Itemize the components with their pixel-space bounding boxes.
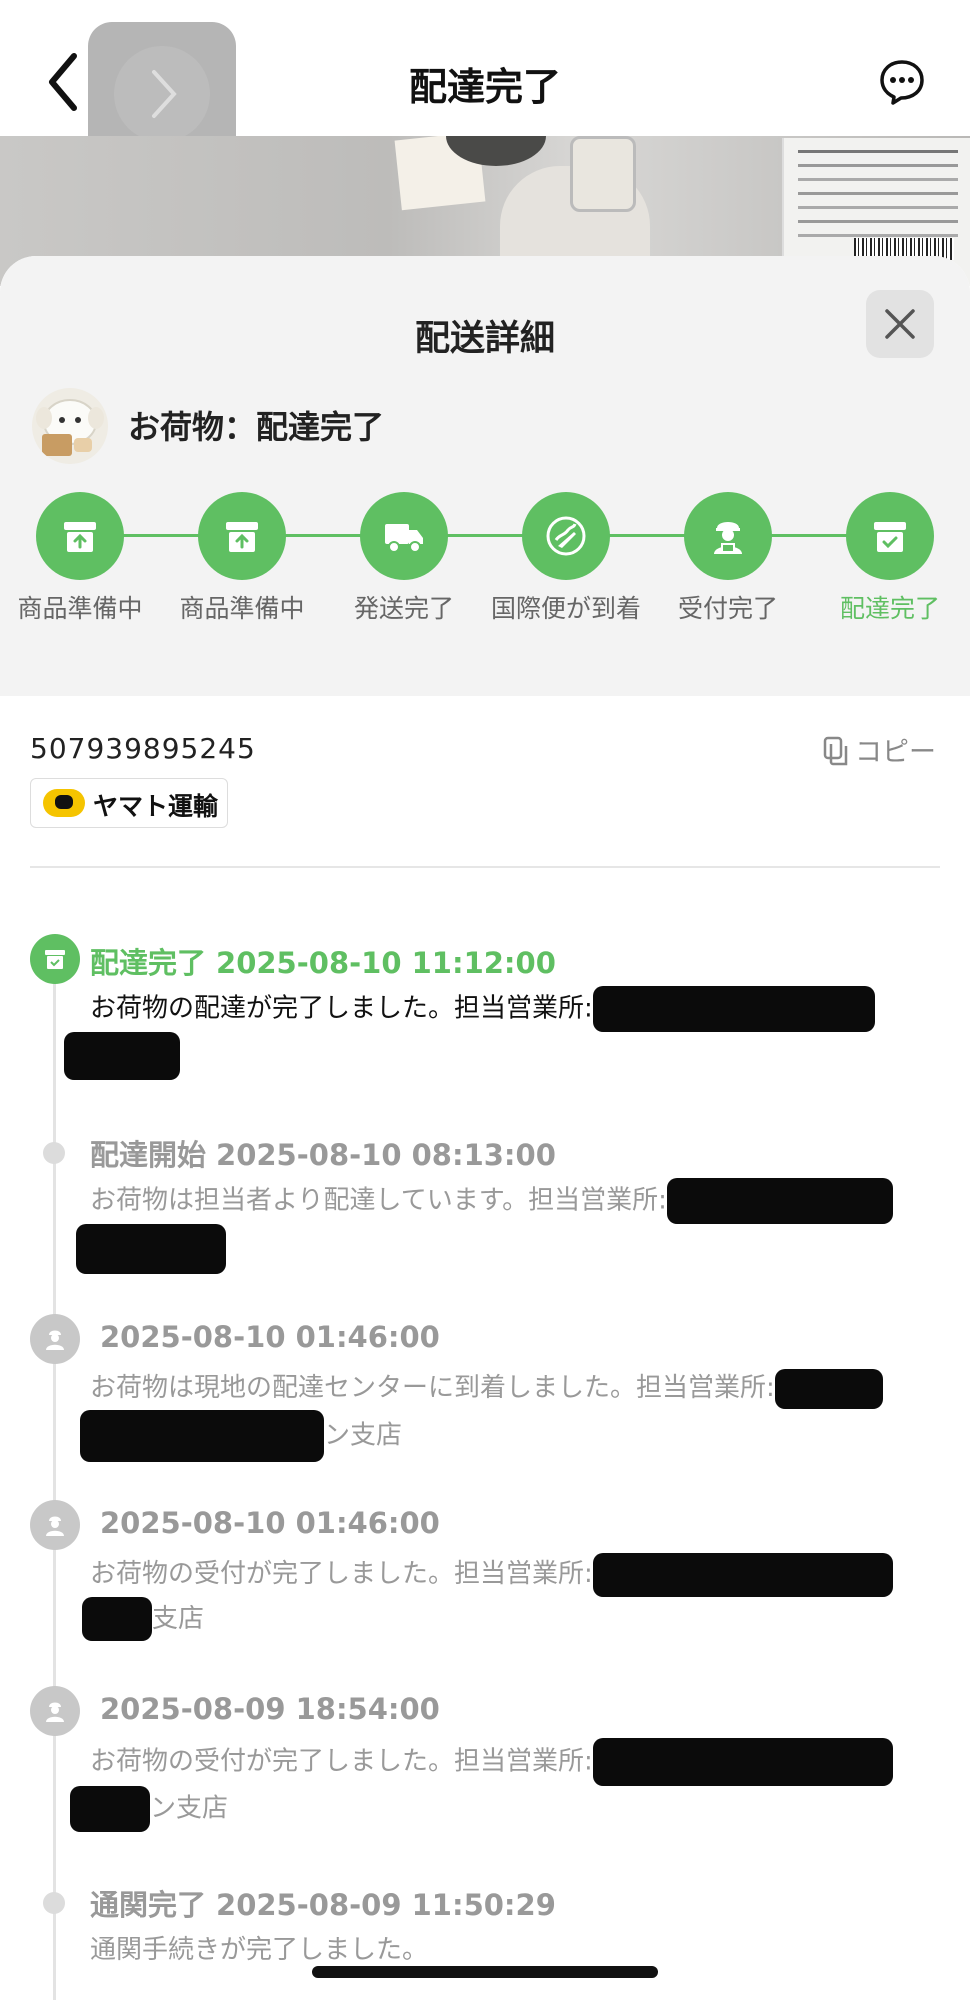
courier-icon (684, 492, 772, 580)
copy-icon (823, 736, 848, 766)
box-check-icon (30, 934, 80, 984)
event-heading: 2025-08-09 18:54:00 (90, 1692, 440, 1726)
page-title: 配達完了 (408, 65, 561, 109)
photo-device-shape (570, 136, 636, 212)
step-intl-arrived: 国際便が到着 (486, 492, 646, 626)
redaction-mark (82, 1597, 152, 1641)
globe-plane-icon (522, 492, 610, 580)
home-indicator[interactable] (312, 1966, 658, 1978)
event-description: お荷物の受付が完了しました。担当営業所: 支店 (82, 1552, 940, 1641)
event-time: 2025-08-10 08:13:00 (216, 1138, 556, 1172)
event-desc-tail: 支店 (152, 1603, 205, 1634)
chat-bubble-icon[interactable] (878, 58, 926, 106)
divider (30, 866, 940, 868)
timeline-line (53, 956, 56, 2000)
event-status: 配達開始 (90, 1138, 207, 1172)
redaction-mark (592, 986, 875, 1032)
event-desc-tail: ン支店 (324, 1420, 403, 1451)
sheet-title: 配送詳細 (414, 319, 555, 359)
event-desc-text: お荷物は現地の配達センターに到着しました。担当営業所: (90, 1373, 775, 1403)
step-label: 受付完了 (677, 594, 778, 623)
step-preparing-1: 商品準備中 (0, 492, 160, 626)
event-description: お荷物の受付が完了しました。担当営業所: ン支店 (70, 1738, 940, 1832)
timeline-dot (43, 1892, 65, 1914)
step-delivered: 配達完了 (810, 492, 970, 626)
redaction-mark (592, 1552, 893, 1597)
event-time: 2025-08-10 01:46:00 (100, 1506, 440, 1540)
event-description: お荷物は現地の配達センターに到着しました。担当営業所: ン支店 (80, 1366, 940, 1462)
redaction-mark (666, 1178, 893, 1224)
timeline-dot (43, 1142, 65, 1164)
event-time: 2025-08-09 18:54:00 (100, 1692, 440, 1726)
step-label: 商品準備中 (17, 594, 143, 623)
event-heading: 配達開始 2025-08-10 08:13:00 (90, 1132, 556, 1174)
tracking-number: 507939895245 (30, 732, 256, 765)
event-time: 2025-08-10 11:12:00 (216, 946, 556, 980)
redaction-mark (774, 1368, 883, 1409)
event-heading: 配達完了 2025-08-10 11:12:00 (90, 940, 556, 982)
event-description: お荷物は担当者より配達しています。担当営業所: (76, 1178, 940, 1274)
redaction-mark (64, 1032, 180, 1080)
box-up-icon (198, 492, 286, 580)
event-desc-text: お荷物の受付が完了しました。担当営業所: (90, 1746, 593, 1777)
event-desc-text: お荷物の配達が完了しました。担当営業所: (90, 993, 593, 1024)
delivery-detail-sheet: 配送詳細 お荷物：配達完了 商品準備中 商品準備中 発送完了 国際便が到着 受付… (0, 256, 970, 2000)
truck-icon (360, 492, 448, 580)
close-button[interactable] (866, 290, 934, 358)
progress-stepper: 商品準備中 商品準備中 発送完了 国際便が到着 受付完了 配達完了 (0, 492, 970, 652)
carrier-badge: ヤマト運輸 (30, 778, 228, 828)
redaction-mark (80, 1410, 324, 1462)
step-label: 発送完了 (353, 594, 454, 623)
event-desc-tail: ン支店 (150, 1793, 229, 1824)
step-label: 国際便が到着 (490, 594, 641, 623)
redaction-mark (70, 1786, 150, 1832)
yamato-cat-logo-icon (43, 789, 85, 817)
event-desc-text: お荷物の受付が完了しました。担当営業所: (90, 1559, 593, 1589)
carrier-name: ヤマト運輸 (93, 792, 219, 821)
box-check-icon (846, 492, 934, 580)
event-time: 2025-08-10 01:46:00 (100, 1320, 440, 1354)
copy-button[interactable]: コピー (823, 730, 936, 769)
step-label: 商品準備中 (179, 594, 305, 623)
event-description: お荷物の配達が完了しました。担当営業所: (64, 986, 940, 1080)
event-status: 通関完了 (90, 1888, 207, 1922)
step-label: 配達完了 (839, 594, 940, 623)
event-desc-text: お荷物は担当者より配達しています。担当営業所: (90, 1185, 667, 1216)
step-preparing-2: 商品準備中 (162, 492, 322, 626)
step-accepted: 受付完了 (648, 492, 808, 626)
copy-label: コピー (855, 737, 936, 768)
redaction-mark (76, 1224, 226, 1274)
courier-icon (30, 1686, 80, 1736)
box-up-icon (36, 492, 124, 580)
event-time: 2025-08-09 11:50:29 (216, 1888, 556, 1922)
event-status: 配達完了 (90, 946, 207, 980)
step-shipped: 発送完了 (324, 492, 484, 626)
package-status-title: お荷物：配達完了 (128, 408, 385, 446)
close-icon (885, 309, 915, 339)
mascot-avatar (32, 388, 108, 464)
event-heading: 2025-08-10 01:46:00 (90, 1506, 440, 1540)
courier-icon (30, 1500, 80, 1550)
event-heading: 2025-08-10 01:46:00 (90, 1320, 440, 1354)
sheet-header: 配送詳細 お荷物：配達完了 商品準備中 商品準備中 発送完了 国際便が到着 受付… (0, 256, 970, 696)
courier-icon (30, 1314, 80, 1364)
event-heading: 通関完了 2025-08-09 11:50:29 (90, 1882, 556, 1924)
top-nav-bar: 配達完了 (0, 0, 970, 166)
redaction-mark (592, 1738, 893, 1786)
